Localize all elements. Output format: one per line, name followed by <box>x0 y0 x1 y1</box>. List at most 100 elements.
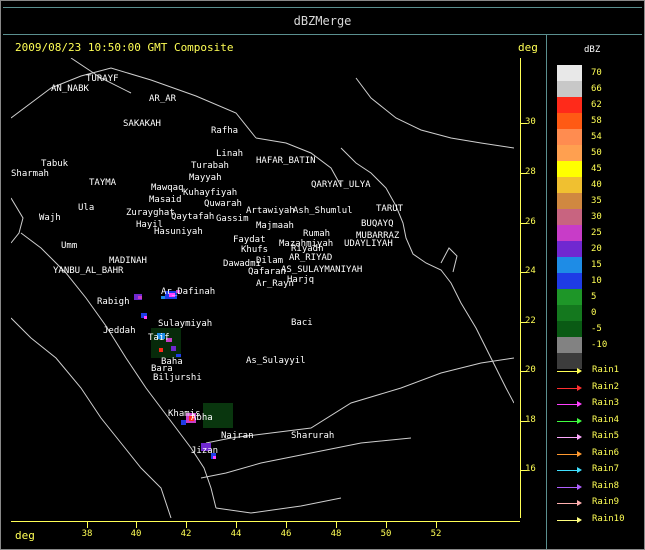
arrow-line-icon <box>557 371 579 372</box>
rain-gauge-toggle[interactable]: Rain7 <box>555 464 645 478</box>
legend-swatch-label: 58 <box>591 116 602 126</box>
lon-tick <box>186 522 187 528</box>
legend-swatch-label: 45 <box>591 164 602 174</box>
arrow-line-icon <box>557 519 579 521</box>
lat-tick-label: 16 <box>525 464 536 474</box>
place-label: Qaytafah <box>171 212 214 222</box>
rain-gauge-toggle[interactable]: Rain1 <box>555 365 645 379</box>
legend-swatch <box>557 241 582 257</box>
rain-gauge-label: Rain10 <box>592 513 625 524</box>
rain-gauge-toggle[interactable]: Rain4 <box>555 415 645 429</box>
arrow-line-icon <box>557 404 579 405</box>
legend-swatch-label: -5 <box>591 324 602 334</box>
legend-swatch <box>557 145 582 161</box>
legend-swatch <box>557 177 582 193</box>
place-label: Baci <box>291 318 313 328</box>
legend-swatch <box>557 193 582 209</box>
lon-tick <box>286 522 287 528</box>
place-label: UDAYLIYAH <box>344 239 393 249</box>
place-label: Faydat <box>233 235 266 245</box>
place-label: Dilam <box>256 256 283 266</box>
rain-gauge-toggle[interactable]: Rain10 <box>555 514 645 528</box>
place-label: Rafha <box>211 126 238 136</box>
place-label: Tabuk <box>41 159 69 169</box>
rain-gauge-toggle[interactable]: Rain8 <box>555 481 645 495</box>
place-label: Rumah <box>303 229 330 239</box>
qatar-outline <box>440 247 458 273</box>
arrow-head-icon <box>577 450 582 457</box>
lon-axis-unit: deg <box>15 529 35 542</box>
place-label: Ar_Dafinah <box>161 287 215 297</box>
place-label: Quwarah <box>204 199 242 209</box>
legend-swatch-label: 66 <box>591 84 602 94</box>
place-label: TAYMA <box>89 178 117 188</box>
place-label: Mawqaq <box>151 183 184 193</box>
rain-gauge-toggle[interactable]: Rain3 <box>555 398 645 412</box>
radar-map[interactable]: TURAYF AR_AR AN_NABK SAKAKAH Rafha Linah… <box>10 57 515 519</box>
arrow-head-icon <box>577 434 582 440</box>
place-label: Umm <box>61 241 77 251</box>
rain-gauge-toggle[interactable]: Rain2 <box>555 382 645 396</box>
place-label: Biljurshi <box>153 373 202 383</box>
rain-gauge-toggle[interactable]: Rain5 <box>555 431 645 445</box>
window-title: dBZMerge <box>293 14 352 28</box>
rain-gauge-label: Rain7 <box>592 464 620 474</box>
place-label: Linah <box>216 149 243 159</box>
place-label: Sharurah <box>291 431 334 441</box>
legend-swatch-label: 30 <box>591 212 602 222</box>
legend-swatch-label: 70 <box>591 68 602 78</box>
arrow-line-icon <box>557 453 579 455</box>
legend-swatch-label: 15 <box>591 260 602 270</box>
rain-gauge-label: Rain3 <box>592 398 620 408</box>
place-label: MADINAH <box>109 256 147 266</box>
legend-swatch <box>557 321 582 337</box>
place-label: TARUT <box>376 204 404 214</box>
lon-tick <box>87 522 88 528</box>
lon-tick-label: 46 <box>280 529 292 539</box>
rain-gauge-toggle[interactable]: Rain9 <box>555 497 645 511</box>
arrow-line-icon <box>557 437 579 438</box>
legend-unit: dBZ <box>584 45 601 55</box>
place-label: AR_AR <box>149 94 177 104</box>
arrow-head-icon <box>577 516 582 523</box>
place-label: YANBU_AL_BAHR <box>53 266 124 276</box>
rain-gauge-label: Rain4 <box>592 414 620 425</box>
place-label: Rabigh <box>97 297 130 307</box>
arrow-line-icon <box>557 486 579 488</box>
iran-coast <box>355 77 515 149</box>
place-label: SAKAKAH <box>123 119 161 129</box>
place-label: Jizan <box>191 446 218 456</box>
place-label: Gassim <box>216 214 249 224</box>
arrow-line-icon <box>557 470 579 471</box>
yemen-coast <box>215 497 342 514</box>
lat-tick-label: 22 <box>525 316 536 326</box>
place-label: QARYAT_ULYA <box>311 180 371 190</box>
lat-tick-label: 30 <box>525 117 536 127</box>
lon-tick-label: 48 <box>330 529 342 539</box>
arrow-head-icon <box>577 401 582 407</box>
legend-swatch-label: 10 <box>591 276 602 286</box>
place-label: Hasuniyah <box>154 227 203 237</box>
longitude-axis: 38 40 42 44 46 48 50 52 <box>11 521 520 546</box>
place-label: Najran <box>221 431 254 441</box>
legend-swatch <box>557 97 582 113</box>
lat-tick-label: 28 <box>525 167 536 177</box>
application-window: dBZMerge 2009/08/23 10:50:00 GMT Composi… <box>0 0 645 550</box>
legend-swatch <box>557 81 582 97</box>
legend-swatch <box>557 289 582 305</box>
latitude-axis: 30 28 26 24 22 20 18 16 <box>520 58 547 518</box>
arrow-line-icon <box>557 420 579 422</box>
place-label: AR_RIYAD <box>289 253 332 263</box>
place-label: Majmaah <box>256 221 294 231</box>
place-label: AN_NABK <box>51 84 90 94</box>
legend-swatch <box>557 209 582 225</box>
legend-swatch-label: 40 <box>591 180 602 190</box>
place-label: Qafaran <box>248 267 286 277</box>
legend-swatch <box>557 225 582 241</box>
rain-gauge-label: Rain8 <box>592 480 620 491</box>
place-label: Taif <box>148 333 170 343</box>
legend-swatch-label: 54 <box>591 132 602 142</box>
legend-swatch <box>557 305 582 321</box>
rain-gauge-toggle[interactable]: Rain6 <box>555 448 645 462</box>
place-label: As_Sulayyil <box>246 356 306 366</box>
